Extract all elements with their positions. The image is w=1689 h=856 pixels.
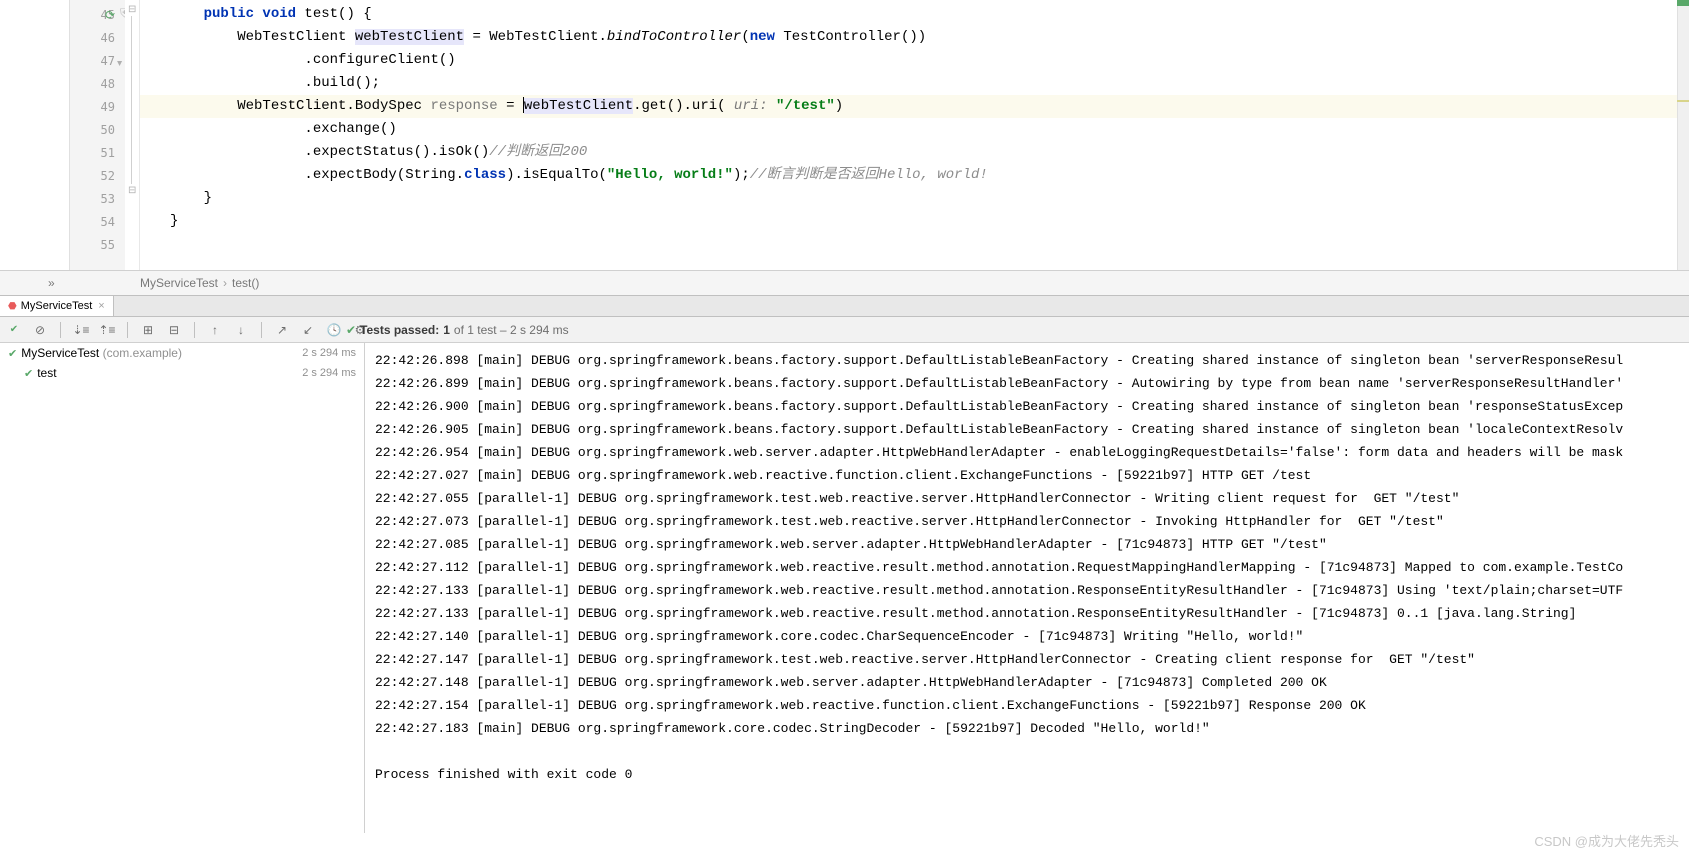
- next-failed-icon[interactable]: ↓: [233, 322, 249, 338]
- test-passed-icon: ✔: [24, 367, 33, 380]
- line-number[interactable]: 54: [70, 210, 125, 233]
- tests-passed-label: Tests passed:: [360, 323, 439, 337]
- import-results-icon[interactable]: ↙: [300, 322, 316, 338]
- prev-failed-icon[interactable]: ↑: [207, 322, 223, 338]
- run-tab[interactable]: ⬣ MyServiceTest ×: [0, 296, 114, 316]
- test-config-icon: ⬣: [8, 301, 17, 312]
- code-editor[interactable]: 45⟳⛨46474849505152535455 ⊟ ⊟ ▸ public vo…: [0, 0, 1689, 270]
- test-method-name: test: [37, 366, 56, 380]
- console-line: 22:42:27.183 [main] DEBUG org.springfram…: [375, 717, 1679, 740]
- console-line: 22:42:26.900 [main] DEBUG org.springfram…: [375, 395, 1679, 418]
- console-output[interactable]: 22:42:26.898 [main] DEBUG org.springfram…: [365, 343, 1689, 833]
- sort-down-icon[interactable]: ⇣≡: [73, 322, 89, 338]
- code-line[interactable]: public void test() {: [140, 3, 1689, 26]
- history-icon[interactable]: 🕓: [326, 322, 342, 338]
- show-ignored-icon[interactable]: ⊘: [32, 322, 48, 338]
- close-icon[interactable]: ×: [98, 300, 104, 312]
- line-number[interactable]: 53: [70, 187, 125, 210]
- line-number[interactable]: 45⟳⛨: [70, 3, 125, 26]
- test-class-name: MyServiceTest: [21, 346, 99, 360]
- code-line[interactable]: .exchange(): [140, 118, 1689, 141]
- watermark: CSDN @成为大佬先秃头: [1534, 831, 1679, 850]
- line-number[interactable]: 55: [70, 233, 125, 256]
- console-line: 22:42:27.154 [parallel-1] DEBUG org.spri…: [375, 694, 1679, 717]
- console-line: 22:42:27.147 [parallel-1] DEBUG org.spri…: [375, 648, 1679, 671]
- exit-message: Process finished with exit code 0: [375, 763, 1679, 786]
- collapse-all-icon[interactable]: ⊟: [166, 322, 182, 338]
- line-number[interactable]: 49: [70, 95, 125, 118]
- breadcrumb: MyServiceTest › test(): [0, 270, 1689, 295]
- console-line: 22:42:26.899 [main] DEBUG org.springfram…: [375, 372, 1679, 395]
- fold-bar[interactable]: ⊟ ⊟ ▸: [125, 0, 140, 270]
- breadcrumb-item[interactable]: test(): [227, 276, 264, 290]
- analysis-ok-indicator: [1677, 0, 1689, 6]
- fold-line: [131, 16, 132, 184]
- test-tree-root[interactable]: ✔ MyServiceTest (com.example) 2 s 294 ms: [0, 343, 364, 363]
- run-test-icon[interactable]: ⟳: [105, 8, 115, 22]
- warning-marker[interactable]: [1677, 100, 1689, 102]
- test-status: ✔ Tests passed: 1 of 1 test – 2 s 294 ms: [346, 323, 569, 337]
- test-duration: 2 s 294 ms: [302, 367, 356, 379]
- editor-left-margin: [0, 0, 70, 270]
- code-content[interactable]: public void test() { WebTestClient webTe…: [140, 0, 1689, 270]
- line-number-gutter[interactable]: 45⟳⛨46474849505152535455: [70, 0, 125, 270]
- sort-up-icon[interactable]: ⇡≡: [99, 322, 115, 338]
- code-line[interactable]: WebTestClient.BodySpec response = webTes…: [140, 95, 1689, 118]
- line-number[interactable]: 52: [70, 164, 125, 187]
- code-line[interactable]: .expectBody(String.class).isEqualTo("Hel…: [140, 164, 1689, 187]
- test-toolbar: ✔ ⊘ ⇣≡ ⇡≡ ⊞ ⊟ ↑ ↓ ↗ ↙ 🕓 ⚙ ✔ Tests passed…: [0, 317, 1689, 343]
- code-line[interactable]: .expectStatus().isOk()//判断返回200: [140, 141, 1689, 164]
- tests-passed-count: 1: [443, 323, 450, 337]
- export-results-icon[interactable]: ↗: [274, 322, 290, 338]
- tab-label: MyServiceTest: [21, 300, 93, 312]
- test-passed-icon: ✔: [8, 347, 17, 360]
- console-line: 22:42:26.905 [main] DEBUG org.springfram…: [375, 418, 1679, 441]
- test-tree-item[interactable]: ✔ test 2 s 294 ms: [0, 363, 364, 383]
- toolbar-separator: [60, 322, 61, 338]
- code-line[interactable]: }: [140, 210, 1689, 233]
- test-duration: 2 s 294 ms: [302, 347, 356, 359]
- console-line: 22:42:27.140 [parallel-1] DEBUG org.spri…: [375, 625, 1679, 648]
- console-line: 22:42:27.133 [parallel-1] DEBUG org.spri…: [375, 579, 1679, 602]
- console-line: 22:42:26.954 [main] DEBUG org.springfram…: [375, 441, 1679, 464]
- code-line[interactable]: [140, 233, 1689, 256]
- breadcrumb-item[interactable]: MyServiceTest: [135, 276, 223, 290]
- console-line: 22:42:27.027 [main] DEBUG org.springfram…: [375, 464, 1679, 487]
- expand-all-icon[interactable]: ⊞: [140, 322, 156, 338]
- code-line[interactable]: WebTestClient webTestClient = WebTestCli…: [140, 26, 1689, 49]
- breadcrumb-expand-icon[interactable]: »: [48, 276, 55, 290]
- console-line: 22:42:27.055 [parallel-1] DEBUG org.spri…: [375, 487, 1679, 510]
- tests-total-label: of 1 test – 2 s 294 ms: [454, 323, 569, 337]
- line-number[interactable]: 51: [70, 141, 125, 164]
- toolbar-separator: [127, 322, 128, 338]
- console-line: 22:42:27.073 [parallel-1] DEBUG org.spri…: [375, 510, 1679, 533]
- test-results-panel: ✔ MyServiceTest (com.example) 2 s 294 ms…: [0, 343, 1689, 833]
- test-package: (com.example): [103, 346, 182, 360]
- editor-marker-bar[interactable]: [1677, 0, 1689, 270]
- console-line: 22:42:27.085 [parallel-1] DEBUG org.spri…: [375, 533, 1679, 556]
- console-line: 22:42:27.148 [parallel-1] DEBUG org.spri…: [375, 671, 1679, 694]
- code-line[interactable]: .configureClient(): [140, 49, 1689, 72]
- toolbar-separator: [261, 322, 262, 338]
- code-line[interactable]: .build();: [140, 72, 1689, 95]
- toolbar-separator: [194, 322, 195, 338]
- line-number[interactable]: 50: [70, 118, 125, 141]
- console-line: 22:42:27.133 [parallel-1] DEBUG org.spri…: [375, 602, 1679, 625]
- fold-arrow-icon[interactable]: ▸: [114, 61, 125, 66]
- console-line: 22:42:26.898 [main] DEBUG org.springfram…: [375, 349, 1679, 372]
- run-tab-bar: ⬣ MyServiceTest ×: [0, 295, 1689, 317]
- code-line[interactable]: }: [140, 187, 1689, 210]
- show-passed-icon[interactable]: ✔: [6, 322, 22, 338]
- test-tree[interactable]: ✔ MyServiceTest (com.example) 2 s 294 ms…: [0, 343, 365, 833]
- line-number[interactable]: 46: [70, 26, 125, 49]
- fold-toggle-icon[interactable]: ⊟: [128, 4, 136, 15]
- console-line: 22:42:27.112 [parallel-1] DEBUG org.spri…: [375, 556, 1679, 579]
- line-number[interactable]: 48: [70, 72, 125, 95]
- fold-toggle-icon[interactable]: ⊟: [128, 185, 136, 196]
- pass-check-icon: ✔: [346, 323, 356, 337]
